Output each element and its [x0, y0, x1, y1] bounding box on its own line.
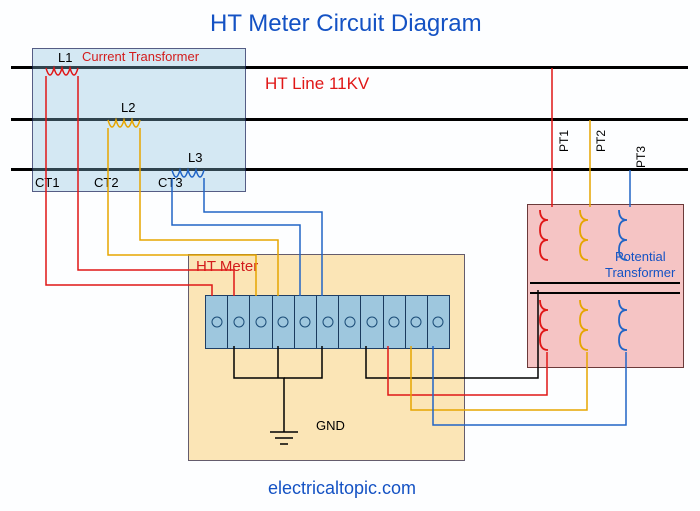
terminal-4: [273, 296, 295, 348]
diagram-title: HT Meter Circuit Diagram: [210, 10, 482, 38]
terminal-5: [295, 296, 317, 348]
diagram-canvas: HT Meter Circuit Diagram HT Line 11KV Cu…: [0, 0, 700, 511]
pt-label-2: Transformer: [605, 265, 675, 280]
terminal-2: [228, 296, 250, 348]
ct-phase-l1: L1: [58, 50, 72, 65]
potential-transformer-box: [527, 204, 684, 368]
terminal-9: [384, 296, 406, 348]
pt-label-1: Potential: [615, 249, 666, 264]
terminal-10: [406, 296, 428, 348]
gnd-label: GND: [316, 418, 345, 433]
terminal-6: [317, 296, 339, 348]
terminal-block: [205, 295, 450, 349]
ct-phase-l3: L3: [188, 150, 202, 165]
pt-phase-2: PT2: [594, 130, 608, 152]
terminal-8: [361, 296, 383, 348]
pt-phase-3: PT3: [634, 146, 648, 168]
footer-credit: electricaltopic.com: [268, 478, 416, 499]
current-transformer-box: [32, 48, 246, 192]
terminal-7: [339, 296, 361, 348]
ct-label-1: CT1: [35, 175, 60, 190]
terminal-3: [250, 296, 272, 348]
terminal-11: [428, 296, 449, 348]
ct-phase-l2: L2: [121, 100, 135, 115]
pt-phase-1: PT1: [557, 130, 571, 152]
ct-box-label: Current Transformer: [82, 49, 199, 64]
meter-label: HT Meter: [196, 258, 258, 275]
ct-label-2: CT2: [94, 175, 119, 190]
ct-label-3: CT3: [158, 175, 183, 190]
ht-line-label: HT Line 11KV: [265, 74, 369, 94]
terminal-1: [206, 296, 228, 348]
